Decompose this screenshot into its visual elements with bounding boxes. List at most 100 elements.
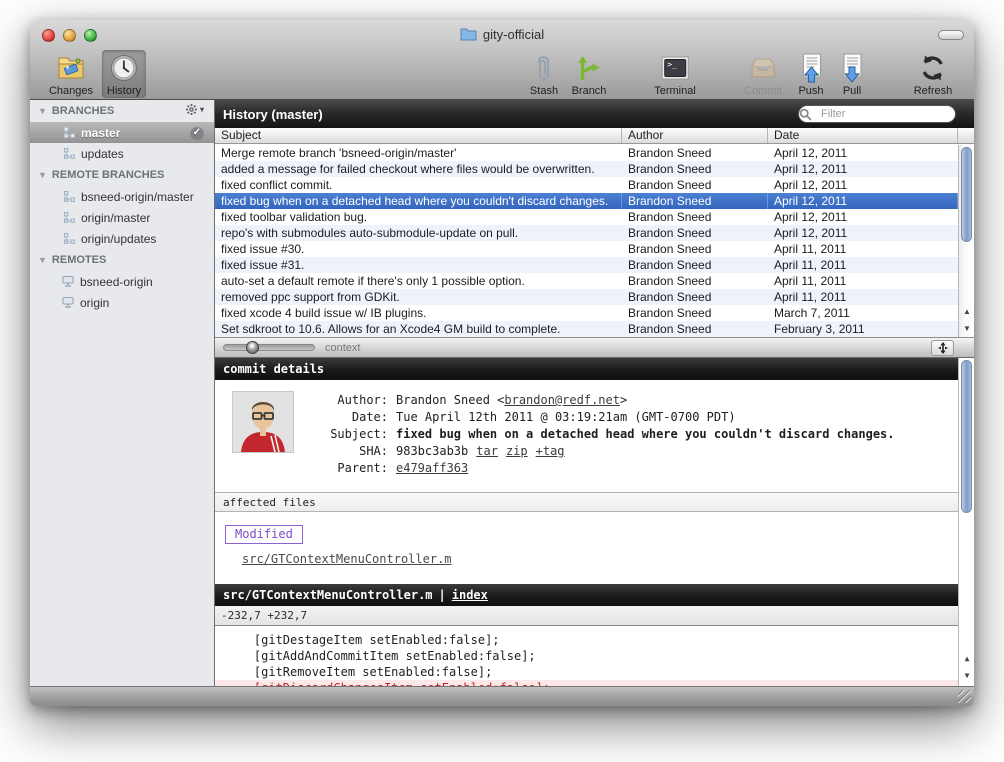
sidebar-item-bsneed-origin-master[interactable]: bsneed-origin/master bbox=[30, 186, 214, 207]
toolbar-toggle-lozenge[interactable] bbox=[938, 30, 964, 40]
commit-details-title: commit details bbox=[223, 362, 324, 376]
context-slider[interactable] bbox=[223, 344, 315, 351]
window-title-text: gity-official bbox=[483, 27, 544, 42]
disclosure-triangle-icon[interactable]: ▼ bbox=[38, 106, 47, 116]
sha-field: SHA: 983bc3ab3btarzip+tag bbox=[318, 443, 895, 460]
scroll-down-arrow-icon[interactable]: ▼ bbox=[959, 667, 974, 684]
sidebar-item-label: bsneed-origin bbox=[80, 275, 153, 289]
table-row[interactable]: auto-set a default remote if there's onl… bbox=[215, 273, 958, 289]
section-title: REMOTE BRANCHES bbox=[52, 169, 164, 181]
disclosure-triangle-icon[interactable]: ▼ bbox=[38, 255, 47, 265]
details-scrollbar-thumb[interactable] bbox=[961, 360, 972, 513]
diff-line: [gitDestageItem setEnabled:false]; bbox=[215, 632, 958, 648]
row-subject: repo's with submodules auto-submodule-up… bbox=[215, 225, 622, 241]
author-field: Author: Brandon Sneed <brandon@redf.net> bbox=[318, 392, 895, 409]
row-author: Brandon Sneed bbox=[622, 305, 768, 321]
folder-icon bbox=[460, 28, 477, 41]
sidebar-item-updates[interactable]: updates bbox=[30, 143, 214, 164]
table-row[interactable]: removed ppc support from GDKit.Brandon S… bbox=[215, 289, 958, 305]
row-subject: Merge remote branch 'bsneed-origin/maste… bbox=[215, 145, 622, 161]
disclosure-triangle-icon[interactable]: ▼ bbox=[38, 170, 47, 180]
date-label: Date: bbox=[318, 409, 388, 426]
sidebar-section-branches[interactable]: ▼ BRANCHES ▾ bbox=[30, 100, 214, 122]
table-row[interactable]: fixed issue #31.Brandon SneedApril 11, 2… bbox=[215, 257, 958, 273]
branch-button[interactable]: Branch bbox=[567, 50, 612, 98]
table-row[interactable]: Merge remote branch 'bsneed-origin/maste… bbox=[215, 145, 958, 161]
sidebar-section-remote-branches[interactable]: ▼ REMOTE BRANCHES bbox=[30, 164, 214, 186]
table-row[interactable]: Set sdkroot to 10.6. Allows for an Xcode… bbox=[215, 321, 958, 337]
diff-expand-button[interactable] bbox=[931, 340, 954, 356]
row-date: April 11, 2011 bbox=[768, 241, 958, 257]
table-row[interactable]: added a message for failed checkout wher… bbox=[215, 161, 958, 177]
table-row[interactable]: repo's with submodules auto-submodule-up… bbox=[215, 225, 958, 241]
table-scrollbar: ▲ ▼ bbox=[958, 145, 974, 337]
history-button[interactable]: History bbox=[102, 50, 146, 98]
branch-node-icon bbox=[64, 191, 75, 202]
sidebar-section-remotes[interactable]: ▼ REMOTES bbox=[30, 249, 214, 271]
sidebar-item-master[interactable]: master ✓ bbox=[30, 122, 214, 143]
pull-button[interactable]: Pull bbox=[835, 50, 869, 98]
author-email-link[interactable]: brandon@redf.net bbox=[504, 393, 620, 407]
scroll-up-arrow-icon[interactable]: ▲ bbox=[959, 303, 974, 320]
parent-field: Parent: e479aff363 bbox=[318, 460, 895, 477]
diff-file-header: src/GTContextMenuController.m | index bbox=[215, 584, 958, 606]
sidebar-item-origin-updates[interactable]: origin/updates bbox=[30, 228, 214, 249]
subject-value: fixed bug when on a detached head where … bbox=[396, 426, 895, 443]
date-value: Tue April 12th 2011 @ 03:19:21am (GMT-07… bbox=[396, 409, 736, 426]
table-scrollbar-thumb[interactable] bbox=[961, 147, 972, 242]
diff-index-link[interactable]: index bbox=[452, 588, 488, 602]
filter-input[interactable] bbox=[798, 105, 956, 123]
row-date: April 12, 2011 bbox=[768, 161, 958, 177]
table-row[interactable]: fixed issue #30.Brandon SneedApril 11, 2… bbox=[215, 241, 958, 257]
table-row[interactable]: fixed toolbar validation bug.Brandon Sne… bbox=[215, 209, 958, 225]
scroll-down-arrow-icon[interactable]: ▼ bbox=[959, 320, 974, 337]
resize-grip[interactable] bbox=[958, 690, 971, 703]
author-name: Brandon Sneed < bbox=[396, 393, 504, 407]
affected-files-title: affected files bbox=[223, 496, 316, 509]
pull-icon bbox=[840, 52, 864, 84]
diff-line: [gitAddAndCommitItem setEnabled:false]; bbox=[215, 648, 958, 664]
tar-link[interactable]: tar bbox=[476, 443, 498, 460]
branch-actions-gear-button[interactable]: ▾ bbox=[185, 103, 204, 116]
refresh-icon bbox=[919, 52, 947, 84]
add-tag-link[interactable]: +tag bbox=[536, 443, 565, 460]
table-row[interactable]: fixed xcode 4 build issue w/ IB plugins.… bbox=[215, 305, 958, 321]
sidebar-item-bsneed-origin[interactable]: bsneed-origin bbox=[30, 271, 214, 292]
commit-details-pane: commit details Author: bbox=[215, 358, 958, 686]
details-scrollbar: ▲ ▼ bbox=[958, 358, 974, 686]
refresh-button[interactable]: Refresh bbox=[909, 50, 958, 98]
commit-fields: Author: Brandon Sneed <brandon@redf.net>… bbox=[318, 392, 895, 477]
terminal-button[interactable]: >_ Terminal bbox=[649, 50, 701, 98]
commit-button[interactable]: Commit bbox=[739, 50, 787, 98]
pull-label: Pull bbox=[843, 85, 861, 97]
zip-link[interactable]: zip bbox=[506, 443, 528, 460]
sidebar-item-origin[interactable]: origin bbox=[30, 292, 214, 313]
svg-text:>_: >_ bbox=[667, 60, 677, 69]
column-header-author[interactable]: Author bbox=[622, 128, 768, 143]
row-date: April 11, 2011 bbox=[768, 289, 958, 305]
app-window: gity-official Changes bbox=[30, 20, 974, 706]
stash-button[interactable]: Stash bbox=[525, 50, 563, 98]
context-slider-knob[interactable] bbox=[246, 341, 259, 354]
push-button[interactable]: Push bbox=[793, 50, 828, 98]
table-row[interactable]: fixed conflict commit.Brandon SneedApril… bbox=[215, 177, 958, 193]
scroll-up-arrow-icon[interactable]: ▲ bbox=[959, 650, 974, 667]
changes-button[interactable]: Changes bbox=[44, 50, 98, 98]
branch-label: Branch bbox=[572, 85, 607, 97]
history-label: History bbox=[107, 85, 141, 97]
remote-server-icon bbox=[62, 297, 74, 308]
column-header-subject[interactable]: Subject bbox=[215, 128, 622, 143]
row-author: Brandon Sneed bbox=[622, 161, 768, 177]
table-row-selected[interactable]: fixed bug when on a detached head where … bbox=[215, 193, 958, 209]
remote-server-icon bbox=[62, 276, 74, 287]
parent-sha-link[interactable]: e479aff363 bbox=[396, 460, 468, 477]
affected-files-header: affected files bbox=[215, 492, 958, 512]
terminal-icon: >_ bbox=[660, 52, 690, 84]
sidebar-item-origin-master[interactable]: origin/master bbox=[30, 207, 214, 228]
author-avatar bbox=[232, 391, 294, 453]
column-header-date[interactable]: Date bbox=[768, 128, 958, 143]
diff-hunk-header: -232,7 +232,7 bbox=[215, 606, 958, 626]
sha-label: SHA: bbox=[318, 443, 388, 460]
affected-file-link[interactable]: src/GTContextMenuController.m bbox=[242, 552, 958, 566]
row-date: March 7, 2011 bbox=[768, 305, 958, 321]
